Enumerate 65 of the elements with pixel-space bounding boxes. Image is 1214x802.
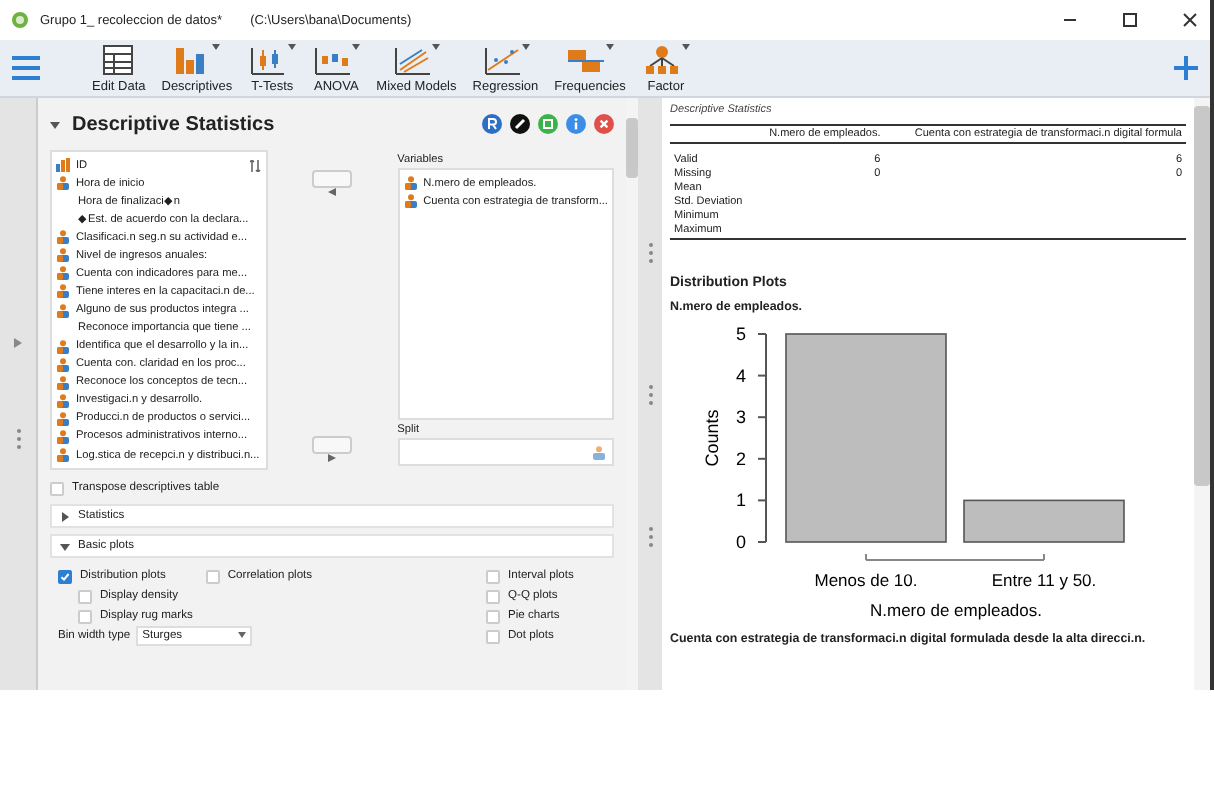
people-icon [56,230,70,245]
people-icon [403,194,418,209]
people-icon [56,176,70,191]
drag-handle-icon[interactable] [647,525,653,547]
tick-label: Menos de 10. [814,569,918,589]
duplicate-icon[interactable] [538,114,558,134]
people-icon [56,375,70,390]
tick-label: 1 [735,489,746,510]
people-icon [56,248,70,263]
menu-icon[interactable] [12,56,40,80]
split-field[interactable] [397,438,614,466]
right-arrow-icon [328,454,337,462]
bar-chart-icon [56,158,70,173]
collapse-triangle-icon[interactable] [50,119,60,129]
close-icon[interactable] [1182,12,1198,28]
people-icon [56,266,70,281]
tick-label: 4 [735,364,746,385]
checkbox[interactable] [78,589,92,603]
checkbox[interactable] [486,589,500,603]
expand-arrow-icon[interactable] [14,338,22,348]
tick-label: Entre 11 y 50. [991,569,1097,589]
expand-triangle-icon[interactable] [60,511,70,521]
app-logo-icon [12,12,28,28]
scrollbar-thumb[interactable] [1194,106,1210,486]
tick-label: 0 [735,531,746,551]
checkbox[interactable] [486,629,500,643]
plus-icon[interactable] [1174,56,1198,80]
left-arrow-icon [328,188,337,196]
people-icon [592,445,606,459]
people-icon [56,284,70,299]
analysis-title: Descriptive Statistics [72,113,277,135]
info-icon[interactable] [566,114,586,134]
axis-title: Counts [702,408,722,466]
scrollbar-thumb[interactable] [626,118,638,178]
checkbox[interactable] [58,569,72,583]
tick-label: 2 [735,447,746,468]
people-icon [56,393,70,408]
sort-icon[interactable] [249,159,262,172]
table-icon [98,43,139,75]
people-icon [56,303,70,318]
checkbox[interactable] [50,481,64,495]
tick-label: 3 [735,406,746,427]
edit-icon[interactable] [510,114,530,134]
people-icon [56,429,70,444]
maximize-icon[interactable] [1122,12,1138,28]
dropdown-caret-icon [238,632,247,638]
drag-handle-icon[interactable] [647,241,653,263]
people-icon [56,357,70,372]
checkbox[interactable] [486,569,500,583]
axis-title: N.mero de empleados. [870,599,1042,619]
syntax-icon[interactable] [482,114,502,134]
checkbox[interactable] [486,609,500,623]
people-icon [403,176,418,191]
checkbox[interactable] [78,609,92,623]
hierarchy-icon [641,43,682,75]
drag-handle-icon[interactable] [15,428,21,450]
checkbox[interactable] [205,569,220,583]
collapse-triangle-icon[interactable] [60,541,70,551]
people-icon [56,339,70,354]
line-chart-icon [392,43,433,75]
tick-label: 5 [735,323,746,343]
people-icon [56,411,70,426]
scatter-plot-icon [481,43,522,75]
drag-handle-icon[interactable] [647,383,653,405]
people-icon [56,448,70,463]
